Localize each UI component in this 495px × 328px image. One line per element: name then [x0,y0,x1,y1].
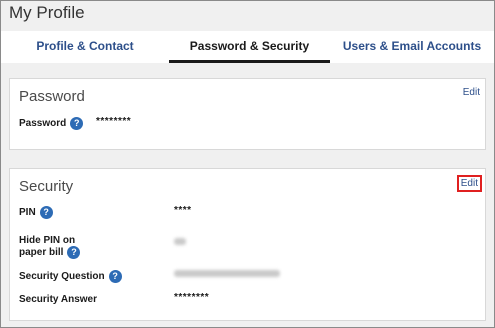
pin-value: **** [174,205,192,216]
hide-pin-value-redacted [174,238,186,245]
hide-pin-help-icon[interactable]: ? [67,246,81,259]
security-answer-value: ******** [174,292,210,303]
password-label: Password [19,118,67,130]
hide-pin-label-line1: Hide PIN on [19,235,76,246]
password-card-title: Password [19,88,85,105]
password-edit-link[interactable]: Edit [463,87,480,98]
password-help-icon[interactable]: ? [70,117,84,130]
password-card: Password Edit Password? ******** [9,78,486,150]
security-question-help-icon[interactable]: ? [108,270,122,283]
security-question-row: Security Question? [19,270,122,283]
hide-pin-row: Hide PIN on paper bill? [19,235,81,259]
pin-help-icon[interactable]: ? [39,206,53,219]
tab-bar: Profile & Contact Password & Security Us… [1,31,494,63]
security-answer-label: Security Answer [19,294,97,305]
profile-window: My Profile Profile & Contact Password & … [0,0,495,328]
security-answer-row: Security Answer [19,294,97,305]
password-value: ******** [96,116,132,127]
hide-pin-label-line2: paper bill [19,247,64,259]
security-edit-link[interactable]: Edit [456,175,482,192]
page-title: My Profile [9,3,85,22]
security-question-value-redacted [174,270,280,277]
pin-label: PIN [19,207,36,219]
security-card: Security Edit PIN? **** Hide PIN on pape… [9,168,486,321]
tab-profile-contact[interactable]: Profile & Contact [1,31,169,63]
pin-row: PIN? [19,206,53,219]
tab-password-security[interactable]: Password & Security [169,31,330,63]
security-card-title: Security [19,178,74,195]
password-row: Password? [19,117,84,130]
tab-users-email-accounts[interactable]: Users & Email Accounts [330,31,494,63]
security-question-label: Security Question [19,271,105,283]
